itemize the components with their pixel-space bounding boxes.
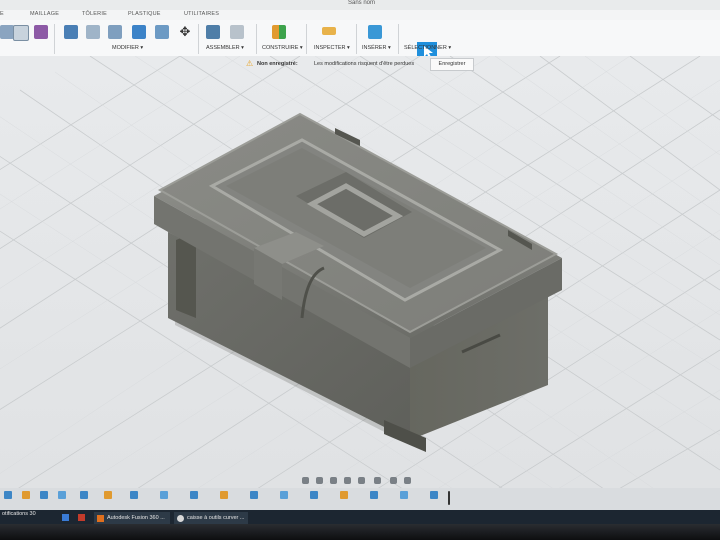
timeline-feature[interactable] [80,491,88,499]
timeline-feature[interactable] [40,491,48,499]
timeline-feature[interactable] [130,491,138,499]
fit-icon[interactable] [358,477,365,484]
document-title: Sans nom [348,0,376,6]
separator [356,24,357,54]
timeline-marker[interactable] [448,491,450,505]
separator [198,24,199,54]
tool-icon-1[interactable] [0,25,14,39]
tab-plastique[interactable]: PLASTIQUE [128,11,161,17]
tab-maillage[interactable]: MAILLAGE [30,11,59,17]
separator [398,24,399,54]
unsaved-title: Non enregistré: [257,61,298,67]
separator [54,24,55,54]
timeline-feature[interactable] [190,491,198,499]
tab-tolerie[interactable]: TÔLERIE [82,11,107,17]
fusion-app-icon [97,515,104,522]
separator [256,24,257,54]
3d-viewport[interactable] [0,56,720,488]
timeline-feature[interactable] [58,491,66,499]
measure-icon[interactable] [322,27,336,35]
warning-icon: ⚠ [246,59,254,68]
browser-window-label: caisse à outils curver ... [187,515,245,521]
timeline-feature[interactable] [160,491,168,499]
timeline-feature[interactable] [22,491,30,499]
assemble-icon-1[interactable] [206,25,220,39]
assemble-menu[interactable]: ASSEMBLER ▾ [206,45,244,51]
title-bar: Sans nom [0,0,720,10]
timeline-feature[interactable] [220,491,228,499]
timeline-feature[interactable] [370,491,378,499]
screenshot-photo: Sans nom E MAILLAGE TÔLERIE PLASTIQUE UT… [0,0,720,540]
navigation-bar [300,475,416,487]
grid-icon[interactable] [390,477,397,484]
unsaved-message: Les modifications risquent d'être perdue… [314,61,415,67]
modify-icon-2[interactable] [86,25,100,39]
ribbon-tabs: E MAILLAGE TÔLERIE PLASTIQUE UTILITAIRES [0,10,720,20]
viewports-icon[interactable] [404,477,411,484]
timeline-feature[interactable] [400,491,408,499]
separator [306,24,307,54]
modify-menu[interactable]: MODIFIER ▾ [112,45,143,51]
modify-icon-4[interactable] [132,25,146,39]
monitor-bezel [0,524,720,540]
pan-icon[interactable] [330,477,337,484]
modify-icon-5[interactable] [155,25,169,39]
timeline-feature[interactable] [430,491,438,499]
move-icon[interactable]: ✥ [178,25,192,39]
taskbar-app-icon[interactable] [62,514,69,521]
display-icon[interactable] [374,477,381,484]
timeline-feature[interactable] [340,491,348,499]
timeline-feature[interactable] [280,491,288,499]
notifications-label[interactable]: otifications 30 [2,511,36,517]
inspect-menu[interactable]: INSPECTER ▾ [314,45,350,51]
assemble-icon-2[interactable] [230,25,244,39]
insert-menu[interactable]: INSÉRER ▾ [362,45,391,51]
toolbar-ribbon: ✥ MODIFIER ▾ ASSEMBLER ▾ CONSTRUIRE ▾ IN… [0,20,720,62]
insert-image-icon[interactable] [368,25,382,39]
tab-utilitaires[interactable]: UTILITAIRES [184,11,219,17]
timeline-feature[interactable] [250,491,258,499]
tab-edge[interactable]: E [0,11,4,17]
zoom-icon[interactable] [344,477,351,484]
modify-icon-1[interactable] [64,25,78,39]
timeline-feature[interactable] [104,491,112,499]
tool-icon-2[interactable] [13,25,29,41]
timeline-feature[interactable] [4,491,12,499]
save-button[interactable]: Enregistrer [430,58,474,71]
timeline-bar [0,488,720,510]
construct-menu[interactable]: CONSTRUIRE ▾ [262,45,303,51]
construct-plane-icon[interactable] [272,25,286,39]
orbit-icon[interactable] [302,477,309,484]
taskbar-app-icon[interactable] [78,514,85,521]
browser-app-icon [177,515,184,522]
timeline-feature[interactable] [310,491,318,499]
fusion-window-label: Autodesk Fusion 360 ... [107,515,165,521]
modify-icon-3[interactable] [108,25,122,39]
tool-icon-3[interactable] [34,25,48,39]
look-at-icon[interactable] [316,477,323,484]
select-menu[interactable]: SÉLECTIONNER ▾ [404,45,451,51]
